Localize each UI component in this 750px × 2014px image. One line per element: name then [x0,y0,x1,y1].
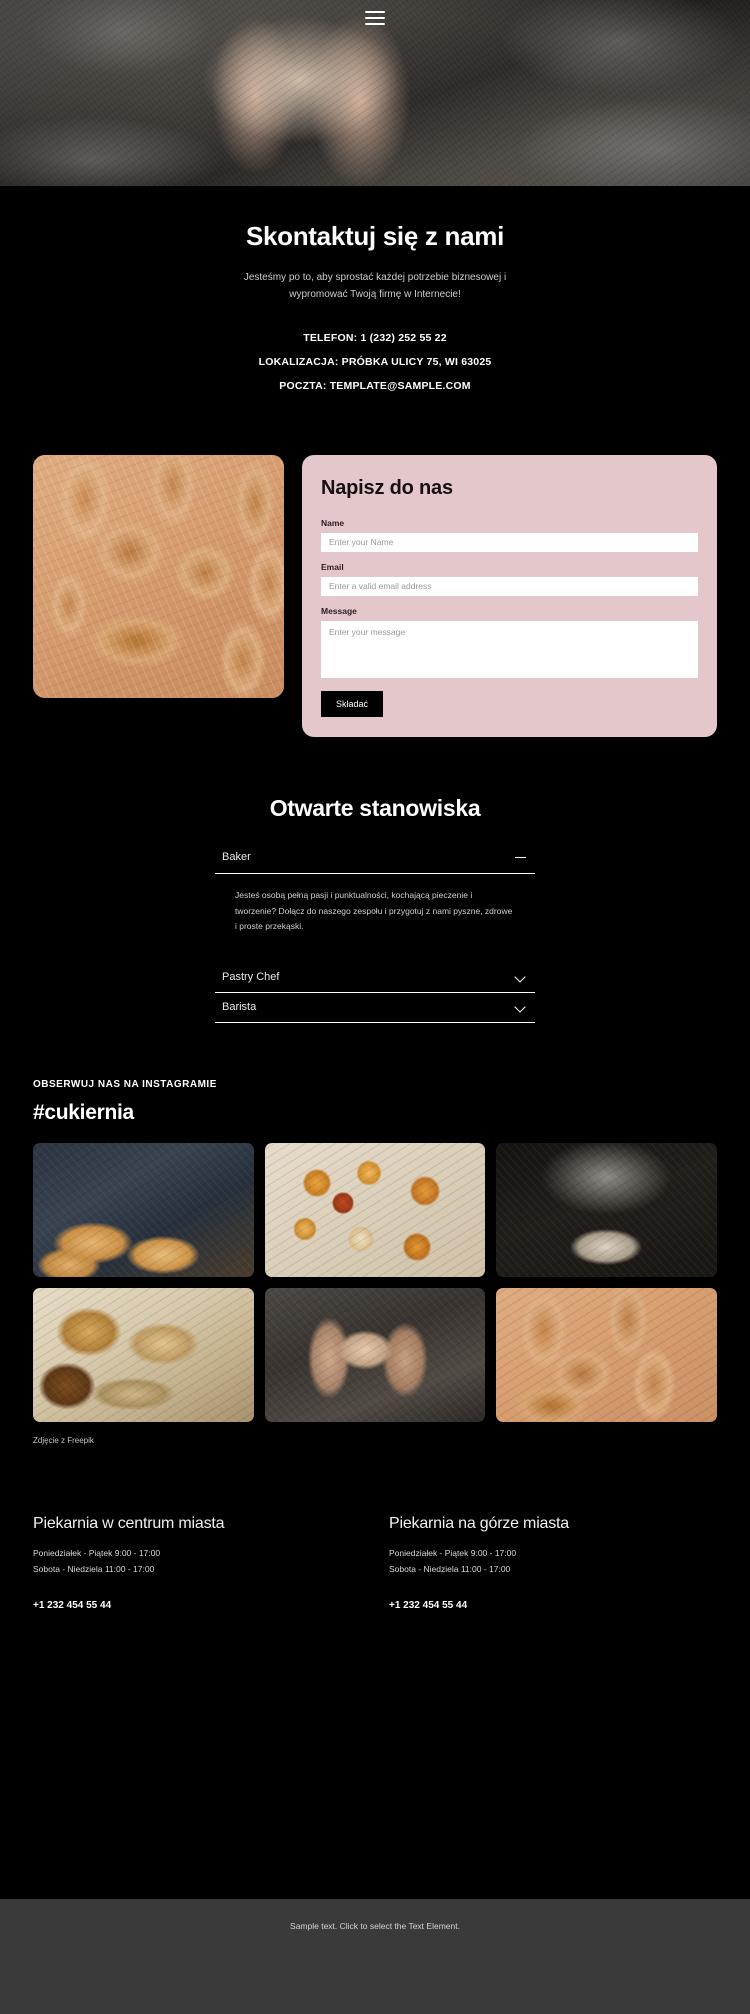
instagram-tile[interactable] [264,1143,486,1278]
location-uptown: Piekarnia na górze miasta Poniedziałek -… [389,1515,717,1610]
hero-vignette [0,0,750,186]
photo-texture [496,1143,717,1278]
footer-sample-text[interactable]: Sample text. Click to select the Text El… [290,1921,460,2014]
minus-icon[interactable] [514,851,527,864]
accordion-item-baker: Baker Jesteś osobą pełną pasji i punktua… [215,844,535,963]
location-phone[interactable]: +1 232 454 55 44 [389,1600,717,1611]
photo-texture [264,1143,486,1278]
photo-texture [33,1288,254,1423]
contact-email: POCZTA: TEMPLATE@SAMPLE.COM [279,379,471,392]
accordion-header-barista[interactable]: Barista [215,993,535,1024]
instagram-eyebrow: OBSERWUJ NAS NA INSTAGRAMIE [33,1079,217,1091]
location-hours: Poniedziałek - Piątek 9:00 - 17:00 Sobot… [33,1546,361,1577]
photo-texture [496,1288,717,1423]
hamburger-bar [365,11,385,13]
location-phone[interactable]: +1 232 454 55 44 [33,1600,361,1611]
accordion-item-pastry-chef: Pastry Chef [215,963,535,994]
chevron-down-icon[interactable] [514,970,527,983]
accordion-label: Barista [222,1000,257,1013]
location-name: Piekarnia w centrum miasta [33,1515,225,1533]
photo-credit: Zdjęcie z Freepik [33,1436,94,1446]
hamburger-menu-icon[interactable] [365,11,385,25]
photo-texture [33,1143,254,1278]
weekend-hours: Sobota - Niedziela 11:00 - 17:00 [33,1563,155,1574]
message-textarea[interactable] [321,620,698,678]
accordion-body-text: Jesteś osobą pełną pasji i punktualności… [235,889,513,932]
message-field-label: Message [321,605,357,616]
instagram-section: OBSERWUJ NAS NA INSTAGRAMIE #cukiernia Z… [0,1023,750,1445]
weekday-hours: Poniedziałek - Piątek 9:00 - 17:00 [389,1548,517,1559]
page-title: Skontaktuj się z nami [245,221,505,251]
footer-bar: Sample text. Click to select the Text El… [0,1899,750,2014]
accordion-body-baker: Jesteś osobą pełną pasji i punktualności… [215,874,535,963]
email-input[interactable] [321,576,698,596]
contact-form-section: Napisz do nas Name Email Message Składać [0,398,750,737]
hamburger-bar [365,17,385,19]
location-hours: Poniedziałek - Piątek 9:00 - 17:00 Sobot… [389,1546,717,1577]
open-positions-title: Otwarte stanowiska [269,794,481,821]
accordion-header-pastry-chef[interactable]: Pastry Chef [215,963,535,994]
accordion-label: Baker [222,851,251,864]
accordion-header-baker[interactable]: Baker [215,844,535,874]
contact-location: LOKALIZACJA: PRÓBKA ULICY 75, WI 63025 [258,355,492,368]
positions-accordion: Baker Jesteś osobą pełną pasji i punktua… [215,844,535,1024]
accordion-item-barista: Barista [215,993,535,1024]
instagram-hashtag: #cukiernia [33,1101,134,1125]
contact-phone: TELEFON: 1 (232) 252 55 22 [303,331,447,344]
instagram-tile[interactable] [33,1143,254,1278]
chevron-down-icon[interactable] [514,1000,527,1013]
locations-section: Piekarnia w centrum miasta Poniedziałek … [0,1445,750,1610]
instagram-tile[interactable] [264,1288,486,1423]
photo-texture [264,1288,486,1423]
instagram-tile[interactable] [496,1288,717,1423]
contact-details: TELEFON: 1 (232) 252 55 22 LOKALIZACJA: … [0,326,750,398]
weekday-hours: Poniedziałek - Piątek 9:00 - 17:00 [33,1548,161,1559]
weekend-hours: Sobota - Niedziela 11:00 - 17:00 [389,1563,511,1574]
instagram-tile[interactable] [496,1143,717,1278]
hero-banner [0,0,750,186]
open-positions-section: Otwarte stanowiska Baker Jesteś osobą pe… [0,737,750,1024]
instagram-tile[interactable] [33,1288,254,1423]
contact-section: Skontaktuj się z nami Jesteśmy po to, ab… [0,186,750,398]
location-downtown: Piekarnia w centrum miasta Poniedziałek … [33,1515,361,1610]
submit-button[interactable]: Składać [321,690,384,717]
form-title: Napisz do nas [321,476,453,499]
bread-photo-texture [33,454,284,698]
email-field-label: Email [321,561,344,572]
name-field-label: Name [321,517,345,528]
bread-photo-card [33,454,284,698]
instagram-grid [33,1143,717,1423]
contact-form-card: Napisz do nas Name Email Message Składać [302,454,717,737]
location-name: Piekarnia na górze miasta [389,1515,569,1533]
accordion-label: Pastry Chef [222,970,280,983]
hamburger-bar [365,23,385,25]
name-input[interactable] [321,532,698,552]
contact-subtitle: Jesteśmy po to, aby sprostać każdej potr… [243,271,507,301]
